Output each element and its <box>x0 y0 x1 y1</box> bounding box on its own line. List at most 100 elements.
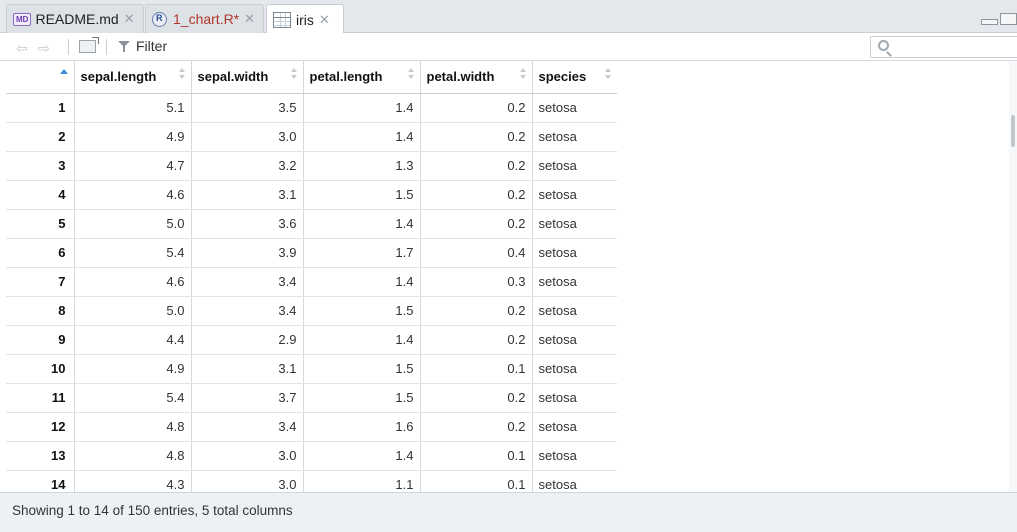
table-cell-petal-length[interactable]: 1.6 <box>303 412 421 442</box>
table-cell-species[interactable]: setosa <box>532 296 617 326</box>
table-cell-sepal-width[interactable]: 3.1 <box>191 180 304 210</box>
table-cell-sepal-length[interactable]: 5.4 <box>74 238 192 268</box>
column-header-species[interactable]: species <box>532 61 617 94</box>
table-cell-petal-length[interactable]: 1.5 <box>303 180 421 210</box>
row-number[interactable]: 14 <box>6 470 75 492</box>
table-cell-petal-width[interactable]: 0.2 <box>420 325 533 355</box>
close-icon[interactable]: ✕ <box>244 11 255 27</box>
table-cell-sepal-width[interactable]: 3.1 <box>191 354 304 384</box>
table-cell-sepal-width[interactable]: 2.9 <box>191 325 304 355</box>
row-number-header[interactable] <box>6 61 75 94</box>
table-cell-species[interactable]: setosa <box>532 209 617 239</box>
table-cell-petal-length[interactable]: 1.4 <box>303 441 421 471</box>
table-cell-petal-width[interactable]: 0.2 <box>420 122 533 152</box>
column-header-petal-width[interactable]: petal.width <box>420 61 533 94</box>
table-cell-sepal-width[interactable]: 3.4 <box>191 412 304 442</box>
table-cell-species[interactable]: setosa <box>532 325 617 355</box>
row-number[interactable]: 6 <box>6 238 75 268</box>
table-cell-sepal-width[interactable]: 3.2 <box>191 151 304 181</box>
table-cell-species[interactable]: setosa <box>532 180 617 210</box>
table-cell-petal-length[interactable]: 1.5 <box>303 383 421 413</box>
table-cell-sepal-length[interactable]: 5.4 <box>74 383 192 413</box>
maximize-pane-icon[interactable] <box>1000 13 1017 25</box>
table-cell-sepal-length[interactable]: 5.1 <box>74 93 192 123</box>
table-cell-sepal-length[interactable]: 4.3 <box>74 470 192 492</box>
forward-arrow-icon[interactable]: ⇨ <box>38 40 50 57</box>
table-cell-sepal-length[interactable]: 4.6 <box>74 180 192 210</box>
tab-iris[interactable]: iris ✕ <box>266 4 344 34</box>
table-cell-petal-width[interactable]: 0.2 <box>420 412 533 442</box>
column-header-petal-length[interactable]: petal.length <box>303 61 421 94</box>
table-cell-petal-width[interactable]: 0.2 <box>420 209 533 239</box>
table-cell-sepal-length[interactable]: 5.0 <box>74 296 192 326</box>
table-cell-sepal-length[interactable]: 4.9 <box>74 122 192 152</box>
table-cell-species[interactable]: setosa <box>532 383 617 413</box>
table-cell-petal-length[interactable]: 1.5 <box>303 354 421 384</box>
vertical-scrollbar[interactable] <box>1009 61 1017 492</box>
table-cell-sepal-width[interactable]: 3.7 <box>191 383 304 413</box>
column-header-sepal-length[interactable]: sepal.length <box>74 61 192 94</box>
popout-window-icon[interactable] <box>79 37 99 53</box>
row-number[interactable]: 11 <box>6 383 75 413</box>
table-cell-species[interactable]: setosa <box>532 151 617 181</box>
table-cell-petal-length[interactable]: 1.4 <box>303 267 421 297</box>
minimize-pane-icon[interactable] <box>981 19 998 25</box>
back-arrow-icon[interactable]: ⇦ <box>16 40 28 57</box>
row-number[interactable]: 13 <box>6 441 75 471</box>
table-cell-species[interactable]: setosa <box>532 441 617 471</box>
table-cell-petal-width[interactable]: 0.2 <box>420 383 533 413</box>
row-number[interactable]: 2 <box>6 122 75 152</box>
close-icon[interactable]: ✕ <box>124 11 135 27</box>
table-cell-petal-width[interactable]: 0.3 <box>420 267 533 297</box>
row-number[interactable]: 10 <box>6 354 75 384</box>
row-number[interactable]: 4 <box>6 180 75 210</box>
table-cell-petal-width[interactable]: 0.2 <box>420 151 533 181</box>
table-cell-petal-length[interactable]: 1.4 <box>303 93 421 123</box>
table-cell-sepal-length[interactable]: 4.8 <box>74 412 192 442</box>
table-cell-petal-width[interactable]: 0.1 <box>420 470 533 492</box>
table-cell-species[interactable]: setosa <box>532 267 617 297</box>
table-cell-sepal-length[interactable]: 4.9 <box>74 354 192 384</box>
row-number[interactable]: 12 <box>6 412 75 442</box>
table-cell-petal-width[interactable]: 0.2 <box>420 296 533 326</box>
table-cell-petal-length[interactable]: 1.5 <box>303 296 421 326</box>
row-number[interactable]: 3 <box>6 151 75 181</box>
table-cell-sepal-length[interactable]: 5.0 <box>74 209 192 239</box>
table-cell-sepal-width[interactable]: 3.4 <box>191 296 304 326</box>
row-number[interactable]: 8 <box>6 296 75 326</box>
table-cell-sepal-width[interactable]: 3.0 <box>191 441 304 471</box>
column-header-sepal-width[interactable]: sepal.width <box>191 61 304 94</box>
row-number[interactable]: 1 <box>6 93 75 123</box>
table-cell-petal-length[interactable]: 1.4 <box>303 209 421 239</box>
tab-readme[interactable]: MD README.md ✕ <box>6 4 144 33</box>
table-cell-petal-length[interactable]: 1.1 <box>303 470 421 492</box>
search-input[interactable] <box>870 36 1017 58</box>
row-number[interactable]: 9 <box>6 325 75 355</box>
table-cell-species[interactable]: setosa <box>532 93 617 123</box>
table-cell-sepal-length[interactable]: 4.8 <box>74 441 192 471</box>
table-cell-petal-width[interactable]: 0.1 <box>420 441 533 471</box>
table-cell-species[interactable]: setosa <box>532 470 617 492</box>
table-cell-sepal-length[interactable]: 4.4 <box>74 325 192 355</box>
close-icon[interactable]: ✕ <box>319 12 330 28</box>
table-cell-sepal-width[interactable]: 3.9 <box>191 238 304 268</box>
filter-button[interactable]: Filter <box>118 38 167 54</box>
table-cell-petal-width[interactable]: 0.2 <box>420 180 533 210</box>
table-cell-species[interactable]: setosa <box>532 412 617 442</box>
table-cell-petal-length[interactable]: 1.3 <box>303 151 421 181</box>
table-cell-sepal-width[interactable]: 3.5 <box>191 93 304 123</box>
table-cell-petal-width[interactable]: 0.4 <box>420 238 533 268</box>
table-cell-petal-length[interactable]: 1.4 <box>303 325 421 355</box>
table-cell-sepal-length[interactable]: 4.7 <box>74 151 192 181</box>
table-cell-sepal-length[interactable]: 4.6 <box>74 267 192 297</box>
table-cell-species[interactable]: setosa <box>532 354 617 384</box>
row-number[interactable]: 7 <box>6 267 75 297</box>
table-cell-petal-length[interactable]: 1.4 <box>303 122 421 152</box>
table-cell-sepal-width[interactable]: 3.0 <box>191 122 304 152</box>
table-cell-sepal-width[interactable]: 3.0 <box>191 470 304 492</box>
row-number[interactable]: 5 <box>6 209 75 239</box>
table-cell-sepal-width[interactable]: 3.4 <box>191 267 304 297</box>
table-cell-petal-length[interactable]: 1.7 <box>303 238 421 268</box>
table-cell-petal-width[interactable]: 0.2 <box>420 93 533 123</box>
table-cell-species[interactable]: setosa <box>532 238 617 268</box>
